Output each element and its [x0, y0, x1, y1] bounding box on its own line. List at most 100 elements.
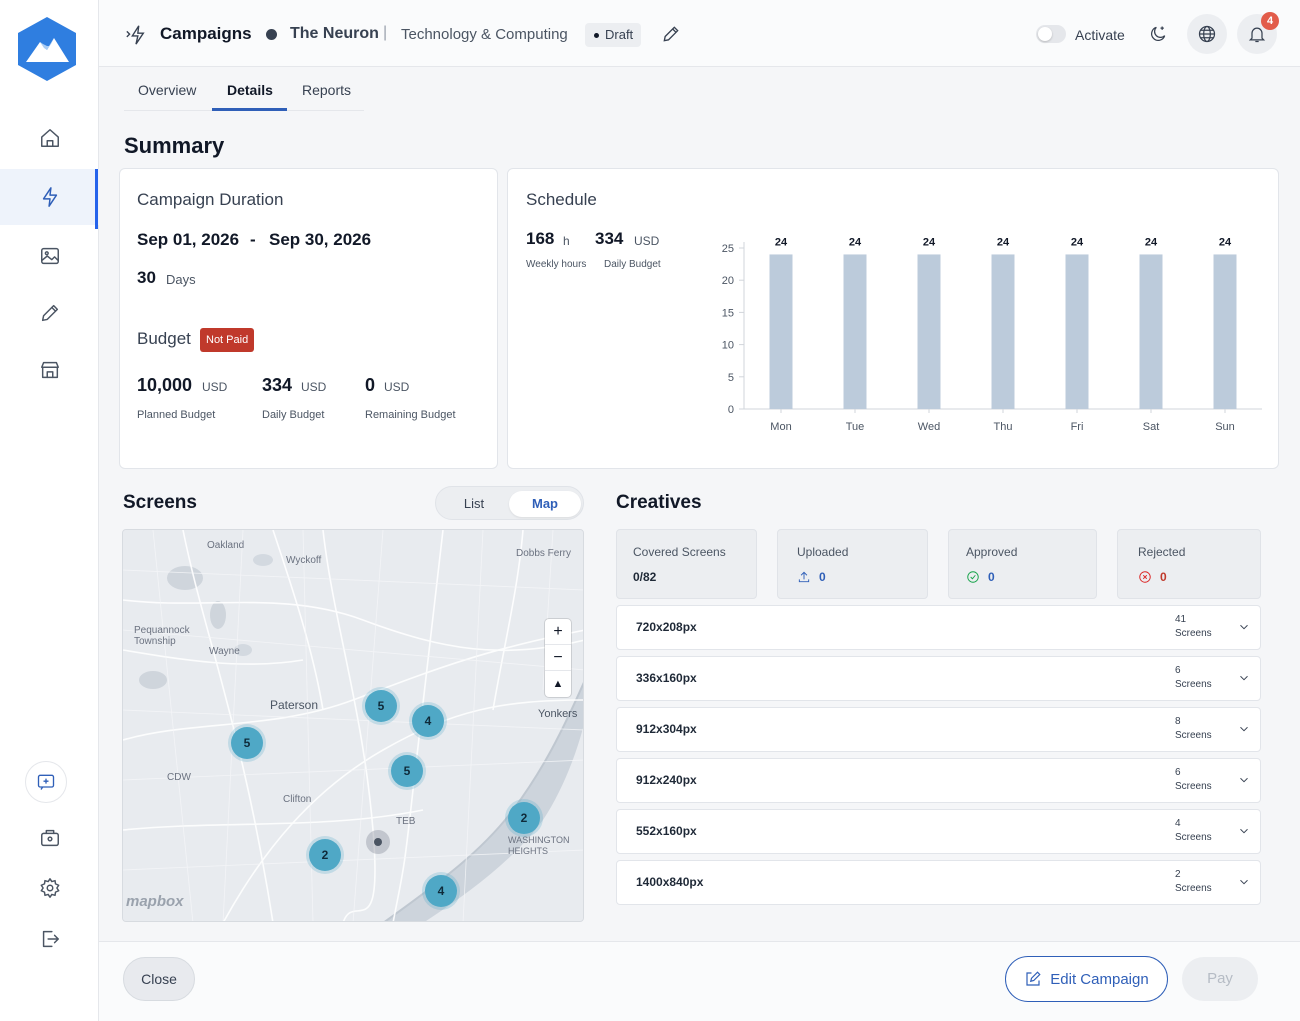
- campaigns-breadcrumb-icon[interactable]: [125, 24, 147, 46]
- y-tick-label: 25: [722, 243, 734, 255]
- status-badge: Draft: [585, 23, 642, 47]
- approved-value: 0: [966, 570, 995, 584]
- nav-settings[interactable]: [0, 860, 99, 916]
- screen-cluster[interactable]: 5: [231, 727, 263, 759]
- creative-size-label: 552x160px: [636, 824, 697, 838]
- compass-button[interactable]: ▲: [545, 671, 571, 697]
- chevron-down-icon[interactable]: [1237, 620, 1251, 634]
- bar: [991, 254, 1015, 409]
- chevron-down-icon[interactable]: [1237, 773, 1251, 787]
- moon-icon: [1151, 26, 1166, 41]
- screen-count: 8: [1175, 716, 1181, 727]
- creative-size-count: 8 Screens: [1175, 715, 1212, 743]
- mapbox-logo[interactable]: mapbox: [126, 893, 184, 910]
- tab-overview[interactable]: Overview: [138, 82, 196, 98]
- creative-size-row[interactable]: 552x160px 4 Screens: [616, 809, 1261, 854]
- bar: [769, 254, 793, 409]
- chevron-down-icon[interactable]: [1237, 824, 1251, 838]
- pencil-icon: [663, 26, 679, 42]
- chevron-down-icon[interactable]: [1237, 875, 1251, 889]
- weekly-hours-label: Weekly hours: [526, 259, 587, 270]
- zoom-out-button[interactable]: −: [545, 645, 571, 671]
- creative-size-count: 4 Screens: [1175, 817, 1212, 845]
- nav-wallet[interactable]: [0, 810, 99, 866]
- start-date: Sep 01, 2026: [137, 230, 240, 249]
- zoom-in-button[interactable]: +: [545, 619, 571, 645]
- schedule-daily-budget-label: Daily Budget: [604, 259, 661, 270]
- screen-cluster[interactable]: 2: [508, 802, 540, 834]
- bar-data-label: 24: [1219, 236, 1232, 248]
- uploaded-card: Uploaded 0: [777, 529, 928, 599]
- edit-name-button[interactable]: [661, 24, 681, 44]
- creative-size-count: 6 Screens: [1175, 766, 1212, 794]
- map-label-paterson: Paterson: [270, 698, 319, 712]
- tab-details[interactable]: Details: [227, 82, 273, 98]
- campaign-status-dot: [266, 29, 277, 40]
- screen-unit: Screens: [1175, 883, 1212, 894]
- chevron-down-icon[interactable]: [1237, 671, 1251, 685]
- breadcrumb-separator: |: [383, 24, 388, 41]
- x-tick-label: Mon: [770, 421, 791, 433]
- screen-cluster[interactable]: 4: [425, 875, 457, 907]
- view-map-button[interactable]: Map: [509, 491, 581, 517]
- summary-title: Summary: [124, 133, 225, 158]
- globe-icon: [1198, 25, 1216, 43]
- creative-size-row[interactable]: 720x208px 41 Screens: [616, 605, 1261, 650]
- creative-size-row[interactable]: 912x304px 8 Screens: [616, 707, 1261, 752]
- home-icon: [40, 129, 59, 147]
- nav-home[interactable]: [0, 110, 99, 166]
- creative-size-row[interactable]: 912x240px 6 Screens: [616, 758, 1261, 803]
- x-tick-label: Sat: [1143, 421, 1160, 433]
- duration-label: Campaign Duration: [137, 190, 284, 209]
- schedule-card: Schedule 168 h Weekly hours 334 USD Dail…: [507, 168, 1279, 469]
- language-button[interactable]: [1187, 14, 1227, 54]
- map-label-wayne: Wayne: [209, 646, 240, 657]
- briefcase-icon: [40, 829, 59, 847]
- tab-reports[interactable]: Reports: [302, 82, 351, 98]
- screens-title: Screens: [123, 492, 197, 513]
- footer-bar: Close Edit Campaign Pay: [99, 941, 1300, 1021]
- nav-campaigns[interactable]: [0, 169, 99, 229]
- screen-cluster[interactable]: 5: [391, 755, 423, 787]
- creative-size-count: 2 Screens: [1175, 868, 1212, 896]
- pencil-icon: [41, 304, 58, 322]
- screen-count: 6: [1175, 767, 1181, 778]
- chevron-down-icon[interactable]: [1237, 722, 1251, 736]
- creative-size-row[interactable]: 336x160px 6 Screens: [616, 656, 1261, 701]
- nav-store[interactable]: [0, 342, 99, 398]
- theme-toggle-button[interactable]: [1138, 14, 1178, 54]
- map-zoom-controls: + − ▲: [545, 619, 571, 697]
- creative-size-count: 41 Screens: [1175, 613, 1212, 641]
- breadcrumb-campaigns[interactable]: Campaigns: [160, 24, 252, 44]
- nav-logout[interactable]: [0, 911, 99, 967]
- bar-data-label: 24: [1071, 236, 1084, 248]
- activate-toggle[interactable]: [1036, 25, 1066, 43]
- duration-budget-card: Campaign Duration Sep 01, 2026 - Sep 30,…: [119, 168, 498, 469]
- edit-campaign-button[interactable]: Edit Campaign: [1005, 956, 1168, 1002]
- notifications-button[interactable]: 4: [1237, 12, 1279, 54]
- app-logo[interactable]: [16, 16, 78, 82]
- screens-map[interactable]: Oakland Wyckoff Dobbs Ferry Pequannock T…: [122, 529, 584, 922]
- logout-icon: [42, 930, 59, 948]
- creative-size-row[interactable]: 1400x840px 2 Screens: [616, 860, 1261, 905]
- creative-size-count: 6 Screens: [1175, 664, 1212, 692]
- nav-design[interactable]: [0, 285, 99, 341]
- screen-cluster[interactable]: 5: [365, 690, 397, 722]
- nav-media[interactable]: [0, 228, 99, 284]
- map-label-washington-heights: WASHINGTON HEIGHTS: [508, 835, 570, 856]
- campaign-name: The Neuron: [290, 25, 379, 42]
- creative-size-label: 336x160px: [636, 671, 697, 685]
- creative-size-label: 912x240px: [636, 773, 697, 787]
- edit-icon: [1026, 971, 1041, 986]
- y-tick-label: 5: [728, 372, 734, 384]
- screen-cluster[interactable]: 4: [412, 705, 444, 737]
- view-list-button[interactable]: List: [438, 491, 510, 517]
- budget-label: Budget: [137, 329, 191, 348]
- date-dash: -: [250, 230, 256, 249]
- planned-budget-value: 10,000: [137, 375, 193, 395]
- x-tick-label: Sun: [1215, 421, 1235, 433]
- support-button[interactable]: [25, 761, 67, 803]
- screen-cluster[interactable]: 2: [309, 839, 341, 871]
- close-button[interactable]: Close: [123, 957, 195, 1001]
- map-label-oakland: Oakland: [207, 540, 245, 551]
